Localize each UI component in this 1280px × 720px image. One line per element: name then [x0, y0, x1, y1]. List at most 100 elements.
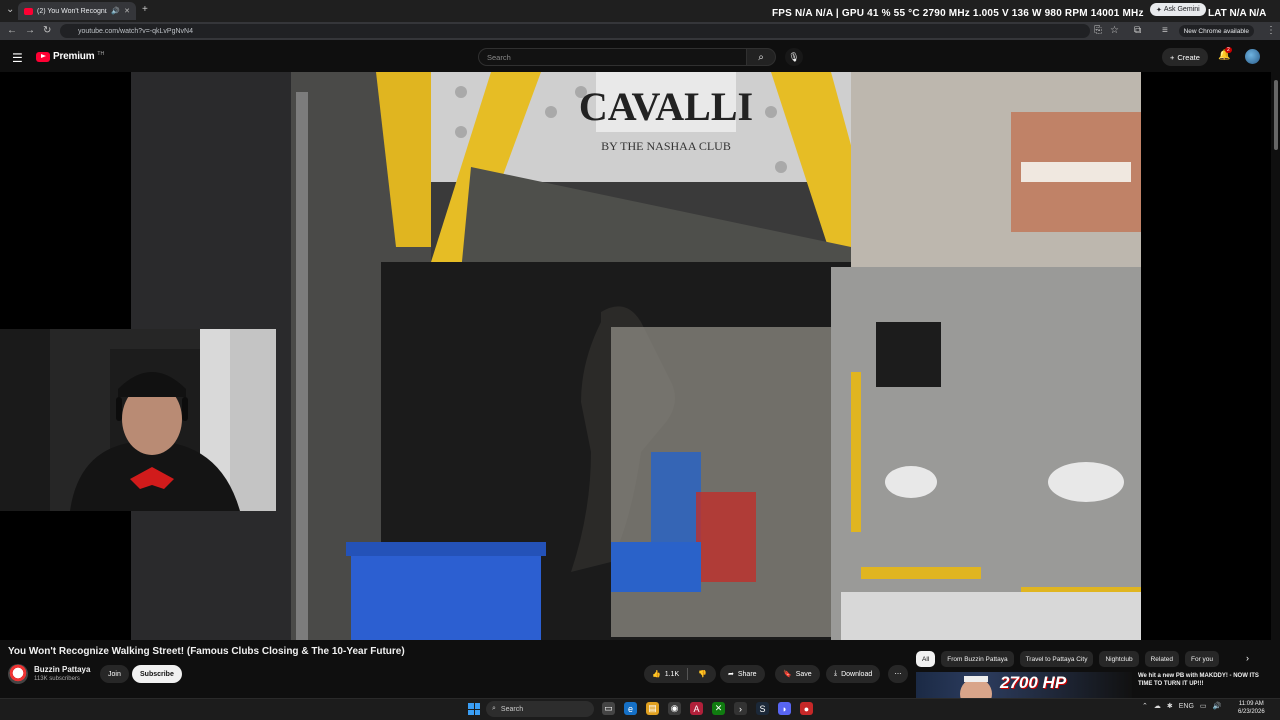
edge-icon[interactable]: e [624, 702, 637, 715]
tab-close-icon[interactable]: ✕ [124, 7, 130, 15]
search-placeholder: Search [487, 52, 511, 62]
webcam-overlay [0, 329, 276, 511]
search-input[interactable]: Search [478, 48, 746, 66]
ask-gemini-label: Ask Gemini [1163, 6, 1200, 13]
cavalli-sign-text: CAVALLI [579, 84, 753, 129]
video-frame[interactable]: CAVALLI BY THE NASHAA CLUB [131, 72, 1141, 640]
browser-tab[interactable]: (2) You Won't Recognize W 🔊 ✕ [18, 2, 136, 20]
file-explorer-icon[interactable]: ▤ [646, 702, 659, 715]
network-icon[interactable]: ▭ [1200, 702, 1207, 710]
bookmark-star-icon[interactable]: ☆ [1110, 25, 1119, 37]
windows-taskbar [0, 698, 1280, 720]
subscribe-button[interactable]: Subscribe [132, 665, 182, 683]
clock-time: 11:09 AM [1238, 701, 1264, 707]
download-label: Download [841, 670, 873, 678]
clock-date: 6/23/2026 [1238, 709, 1265, 715]
taskbar-clock[interactable]: 11:09 AM 6/23/2026 [1238, 700, 1265, 716]
app-icon[interactable]: ● [800, 702, 813, 715]
subscribe-label: Subscribe [140, 670, 174, 678]
chevron-right-icon[interactable]: › [1246, 653, 1249, 663]
system-tray: ⌃ ☁ ✱ ENG ▭ 🔊 [1142, 702, 1222, 711]
channel-name[interactable]: Buzzin Pattaya [34, 665, 90, 674]
thumbs-down-icon: 👎 [698, 671, 707, 678]
chip-from-channel[interactable]: From Buzzin Pattaya [941, 651, 1014, 667]
video-title: You Won't Recognize Walking Street! (Fam… [8, 646, 405, 657]
search-button[interactable]: ⌕ [746, 48, 776, 66]
address-bar-row: ← → ↻ youtube.com/watch?v=-qkLvPgNvN4 ⎘ … [0, 22, 1280, 40]
dislike-button[interactable]: 👎 [698, 670, 707, 678]
related-filter-chips: All From Buzzin Pattaya Travel to Pattay… [916, 651, 1220, 667]
page-scrollbar[interactable] [1271, 72, 1280, 692]
account-avatar[interactable] [1245, 49, 1260, 64]
chrome-menu-icon[interactable]: ⋮ [1266, 25, 1276, 37]
search-icon: ⌕ [758, 51, 764, 63]
url-text: youtube.com/watch?v=-qkLvPgNvN4 [78, 27, 193, 35]
taskbar-search-label: Search [500, 705, 524, 713]
thumbs-up-icon: 👍 [652, 671, 661, 678]
youtube-play-icon [36, 51, 50, 62]
more-actions-button[interactable]: ⋯ [888, 665, 908, 683]
download-button[interactable]: ⤓ Download [826, 665, 881, 683]
chip-for-you[interactable]: For you [1184, 651, 1220, 667]
url-bar[interactable]: youtube.com/watch?v=-qkLvPgNvN4 [60, 24, 1090, 38]
voice-search-button[interactable]: 🎙 [785, 48, 803, 66]
performance-overlay: FPS N/A N/A | GPU 41 % 55 °C 2790 MHz 1.… [772, 8, 1144, 19]
share-button[interactable]: ➦ Share [720, 665, 765, 683]
onedrive-icon[interactable]: ☁ [1154, 702, 1161, 710]
like-button[interactable]: 👍 1.1K [652, 670, 679, 679]
chip-all[interactable]: All [916, 651, 936, 667]
search-icon: ⌕ [492, 705, 496, 712]
share-icon: ➦ [728, 671, 734, 678]
sparkle-icon: ✦ [1156, 6, 1162, 14]
steam-icon[interactable]: S [756, 702, 769, 715]
like-dislike-group: 👍 1.1K 👎 [644, 665, 716, 683]
taskbar-search[interactable]: ⌕ Search [486, 701, 594, 717]
subscriber-count: 113K subscribers [34, 676, 80, 682]
language-indicator[interactable]: ENG [1179, 703, 1194, 710]
terminal-icon[interactable]: › [734, 702, 747, 715]
latency-overlay: LAT N/A N/A [1208, 8, 1267, 19]
youtube-premium-logo[interactable]: Premium TH [36, 51, 104, 62]
volume-icon[interactable]: 🔊 [1213, 702, 1222, 710]
youtube-favicon-icon [24, 7, 33, 15]
scrollbar-thumb[interactable] [1274, 80, 1278, 150]
recommended-thumbnail-text: 2700 HP [1000, 673, 1067, 692]
chrome-icon[interactable]: ◉ [668, 702, 681, 715]
new-chrome-available-button[interactable]: New Chrome available [1178, 25, 1254, 37]
channel-avatar[interactable] [8, 664, 28, 684]
chip-related[interactable]: Related [1144, 651, 1179, 667]
more-horizontal-icon: ⋯ [894, 671, 902, 678]
hamburger-menu-icon[interactable]: ☰ [12, 51, 23, 65]
share-label: Share [737, 670, 757, 678]
discord-icon[interactable]: ◗ [778, 702, 791, 715]
xbox-icon[interactable]: ✕ [712, 702, 725, 715]
create-label: Create [1177, 52, 1200, 62]
tray-chevron-icon[interactable]: ⌃ [1142, 702, 1148, 710]
reload-icon[interactable]: ↻ [43, 25, 51, 37]
back-icon[interactable]: ← [7, 25, 17, 37]
adobe-icon[interactable]: A [690, 702, 703, 715]
save-label: Save [795, 670, 812, 678]
extensions-icon[interactable]: ⧉ [1134, 25, 1141, 37]
install-icon[interactable]: ⎘ [1094, 25, 1102, 37]
ask-gemini-button[interactable]: ✦ Ask Gemini [1150, 3, 1206, 16]
save-button[interactable]: 🔖 Save [775, 665, 820, 683]
bluetooth-icon[interactable]: ✱ [1167, 702, 1173, 710]
streamer-webcam-image [0, 329, 276, 511]
chip-nightclub[interactable]: Nightclub [1099, 651, 1139, 667]
tab-search-icon[interactable]: ⌄ [6, 4, 14, 16]
join-label: Join [108, 670, 121, 678]
speaker-icon[interactable]: 🔊 [111, 7, 120, 15]
recommended-video-title[interactable]: We hit a new PB with MAKDDY! - NOW ITS T… [1138, 672, 1268, 688]
logo-country-code: TH [97, 50, 105, 57]
create-button[interactable]: + Create [1162, 48, 1208, 66]
chip-travel[interactable]: Travel to Pattaya City [1019, 651, 1094, 667]
forward-icon[interactable]: → [25, 25, 35, 37]
join-button[interactable]: Join [100, 665, 129, 683]
media-icon[interactable]: ≡ [1162, 25, 1168, 37]
notification-count-badge: 2 [1225, 47, 1232, 53]
new-tab-icon[interactable]: + [142, 4, 148, 16]
windows-start-icon[interactable] [468, 703, 480, 715]
task-view-icon[interactable]: ▭ [602, 702, 615, 715]
cavalli-sign-subtext: BY THE NASHAA CLUB [601, 139, 731, 153]
